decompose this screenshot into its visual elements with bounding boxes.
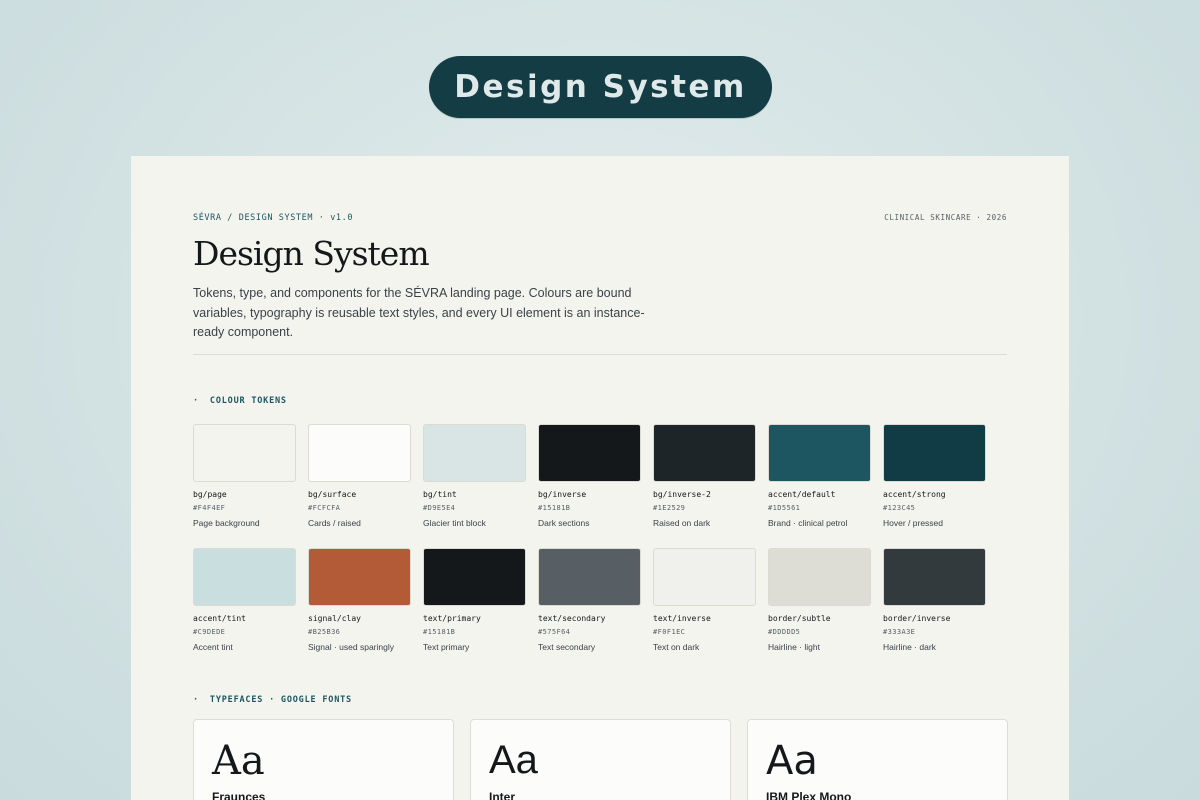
token-description: Signal · used sparingly	[308, 642, 394, 652]
colour-swatch	[538, 548, 641, 606]
token-description: Hairline · light	[768, 642, 820, 652]
token-description: Text primary	[423, 642, 470, 652]
token-name: bg/surface	[308, 490, 357, 499]
divider	[193, 354, 1007, 355]
token-hex: #FCFCFA	[308, 504, 341, 512]
breadcrumb: SÉVRA / DESIGN SYSTEM · v1.0	[193, 213, 354, 223]
meta-label: CLINICAL SKINCARE · 2026	[884, 213, 1007, 222]
colour-swatch	[423, 424, 526, 482]
token-description: Brand · clinical petrol	[768, 518, 848, 528]
colour-swatch	[308, 548, 411, 606]
colour-token-card: text/primary #15181B Text primary	[423, 548, 526, 652]
colour-swatch	[538, 424, 641, 482]
colour-swatch	[193, 424, 296, 482]
typeface-card-ibm-plex-mono: Aa IBM Plex Mono	[747, 719, 1008, 800]
colour-swatch	[308, 424, 411, 482]
token-hex: #F0F1EC	[653, 628, 686, 636]
token-name: bg/page	[193, 490, 227, 499]
design-system-pill: Design System	[429, 56, 772, 118]
token-description: Cards / raised	[308, 518, 361, 528]
colour-tokens-heading: · COLOUR TOKENS	[193, 396, 287, 406]
token-description: Hairline · dark	[883, 642, 936, 652]
token-name: accent/tint	[193, 614, 246, 623]
typefaces-label: TYPEFACES · GOOGLE FONTS	[209, 695, 352, 705]
colour-token-card: border/inverse #333A3E Hairline · dark	[883, 548, 986, 652]
token-description: Page background	[193, 518, 260, 528]
page-title: Design System	[193, 234, 430, 273]
colour-swatch	[423, 548, 526, 606]
token-description: Glacier tint block	[423, 518, 486, 528]
colour-token-card: bg/inverse-2 #1E2529 Raised on dark	[653, 424, 756, 528]
token-hex: #123C45	[883, 504, 916, 512]
token-hex: #1E2529	[653, 504, 686, 512]
typeface-name: IBM Plex Mono	[766, 790, 852, 800]
typeface-card-inter: Aa Inter	[470, 719, 731, 800]
colour-swatch	[653, 548, 756, 606]
typeface-card-fraunces: Aa Fraunces	[193, 719, 454, 800]
colour-swatch	[768, 424, 871, 482]
bullet-icon: ·	[193, 396, 199, 406]
token-hex: #DDDDD5	[768, 628, 801, 636]
token-hex: #F4F4EF	[193, 504, 226, 512]
design-system-sheet: SÉVRA / DESIGN SYSTEM · v1.0 CLINICAL SK…	[131, 156, 1069, 800]
colour-swatch	[883, 548, 986, 606]
bullet-icon: ·	[193, 695, 199, 705]
typeface-sample: Aa	[766, 738, 818, 784]
token-hex: #B25B36	[308, 628, 341, 636]
colour-token-card: bg/inverse #15181B Dark sections	[538, 424, 641, 528]
token-description: Text secondary	[538, 642, 596, 652]
colour-token-row-1: bg/page #F4F4EF Page background bg/surface #…	[193, 424, 986, 528]
pill-label: Design System	[454, 69, 747, 105]
token-hex: #D9E5E4	[423, 504, 456, 512]
colour-token-card: signal/clay #B25B36 Signal · used sparingl…	[308, 548, 411, 652]
token-name: border/inverse	[883, 614, 951, 623]
colour-token-row-2: accent/tint #C9DEDE Accent tint signal/clay…	[193, 548, 986, 652]
token-name: accent/strong	[883, 490, 946, 499]
colour-swatch	[193, 548, 296, 606]
token-name: bg/inverse	[538, 490, 587, 499]
token-name: bg/inverse-2	[653, 490, 711, 499]
typeface-cards: Aa Fraunces Aa Inter Aa IBM Plex Mono	[193, 719, 1008, 800]
token-description: Text on dark	[653, 642, 700, 652]
token-hex: #15181B	[423, 628, 456, 636]
token-hex: #333A3E	[883, 628, 916, 636]
colour-token-card: accent/tint #C9DEDE Accent tint	[193, 548, 296, 652]
token-name: bg/tint	[423, 490, 457, 499]
colour-token-card: text/secondary #575F64 Text secondary	[538, 548, 641, 652]
token-hex: #C9DEDE	[193, 628, 226, 636]
colour-tokens-label: COLOUR TOKENS	[209, 396, 287, 406]
token-hex: #15181B	[538, 504, 571, 512]
typefaces-heading: · TYPEFACES · GOOGLE FONTS	[193, 695, 352, 705]
token-name: text/primary	[423, 614, 481, 623]
colour-token-card: bg/page #F4F4EF Page background	[193, 424, 296, 528]
colour-token-card: border/subtle #DDDDD5 Hairline · light	[768, 548, 871, 652]
colour-token-card: bg/tint #D9E5E4 Glacier tint block	[423, 424, 526, 528]
colour-token-card: text/inverse #F0F1EC Text on dark	[653, 548, 756, 652]
token-name: text/inverse	[653, 614, 711, 623]
token-description: Hover / pressed	[883, 518, 943, 528]
colour-swatch	[768, 548, 871, 606]
token-hex: #1D5561	[768, 504, 801, 512]
typeface-name: Fraunces	[212, 790, 266, 800]
token-name: text/secondary	[538, 614, 606, 623]
colour-swatch	[883, 424, 986, 482]
token-hex: #575F64	[538, 628, 571, 636]
token-description: Accent tint	[193, 642, 233, 652]
token-name: accent/default	[768, 490, 836, 499]
typeface-name: Inter	[489, 790, 516, 800]
colour-token-card: accent/default #1D5561 Brand · clinical pe…	[768, 424, 871, 528]
colour-token-card: bg/surface #FCFCFA Cards / raised	[308, 424, 411, 528]
token-name: border/subtle	[768, 614, 831, 623]
colour-token-card: accent/strong #123C45 Hover / pressed	[883, 424, 986, 528]
colour-swatch	[653, 424, 756, 482]
typeface-sample: Aa	[212, 738, 265, 784]
token-description: Raised on dark	[653, 518, 711, 528]
token-name: signal/clay	[308, 614, 361, 623]
token-description: Dark sections	[538, 518, 590, 528]
lead-paragraph: Tokens, type, and components for the SÉV…	[193, 286, 645, 339]
typeface-sample: Aa	[489, 738, 538, 782]
